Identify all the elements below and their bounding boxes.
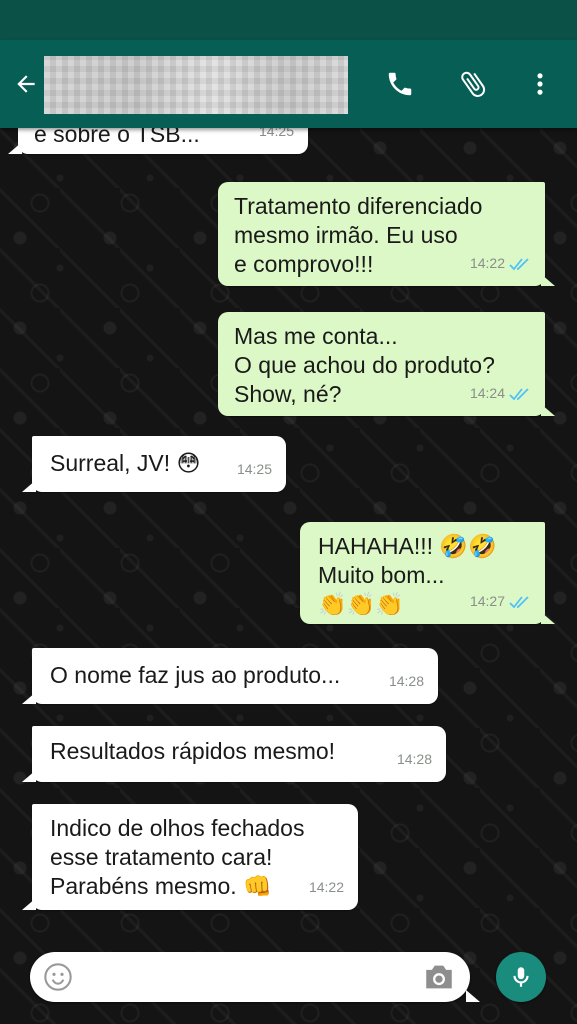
- phone-icon: [388, 72, 412, 96]
- message-bubble-outgoing[interactable]: Tratamento diferenciado mesmo irmão. Eu …: [218, 182, 555, 286]
- double-check-icon: [509, 595, 529, 608]
- message-text: Surreal, JV! 😳: [50, 450, 201, 476]
- chat-header: ██████ █████ █████: [0, 40, 577, 128]
- call-button[interactable]: [382, 66, 418, 102]
- message-list[interactable]: e sobre o TSB... 14:25 Tratamento difere…: [0, 128, 577, 1024]
- message-bubble-incoming[interactable]: Surreal, JV! 😳 14:25: [22, 436, 286, 492]
- message-input[interactable]: [86, 960, 390, 996]
- message-text: Resultados rápidos mesmo!: [50, 738, 336, 764]
- message-time: 14:25: [236, 461, 272, 477]
- double-check-icon: [509, 257, 529, 270]
- message-text: e sobre o TSB...: [34, 128, 200, 147]
- message-bubble-outgoing[interactable]: Mas me conta... O que achou do produto? …: [218, 312, 555, 416]
- message-time: 14:28: [388, 673, 424, 689]
- voice-record-button[interactable]: [496, 952, 546, 1002]
- message-composer: [30, 952, 480, 1002]
- message-bubble-incoming[interactable]: Resultados rápidos mesmo! 14:28: [22, 726, 446, 782]
- message-time: 14:27: [470, 587, 531, 616]
- message-time: 14:24: [470, 379, 531, 408]
- attach-button[interactable]: [455, 66, 491, 102]
- status-bar: [0, 0, 577, 40]
- camera-icon[interactable]: [422, 962, 456, 992]
- more-vertical-icon: [537, 73, 543, 95]
- microphone-icon: [513, 967, 529, 987]
- message-time: 14:22: [308, 879, 344, 895]
- message-text: Indico de olhos fechados esse tratamento…: [50, 815, 305, 899]
- message-bubble-incoming[interactable]: Indico de olhos fechados esse tratamento…: [22, 804, 358, 910]
- smiley-icon[interactable]: [42, 961, 74, 993]
- menu-button[interactable]: [522, 66, 558, 102]
- back-button[interactable]: [8, 64, 44, 104]
- message-bubble-outgoing[interactable]: HAHAHA!!! 🤣🤣 Muito bom... 👏👏👏 14:27: [300, 522, 555, 624]
- message-time: 14:25: [258, 128, 294, 139]
- message-text: O nome faz jus ao produto...: [50, 662, 341, 688]
- message-time: 14:22: [470, 249, 531, 278]
- message-bubble-incoming[interactable]: e sobre o TSB... 14:25: [8, 128, 308, 154]
- contact-name[interactable]: ██████ █████ █████: [44, 56, 348, 114]
- double-check-icon: [509, 387, 529, 400]
- arrow-left-icon: [17, 75, 35, 93]
- message-bubble-incoming[interactable]: O nome faz jus ao produto... 14:28: [22, 648, 438, 704]
- message-time: 14:28: [396, 751, 432, 767]
- paperclip-icon: [461, 71, 486, 97]
